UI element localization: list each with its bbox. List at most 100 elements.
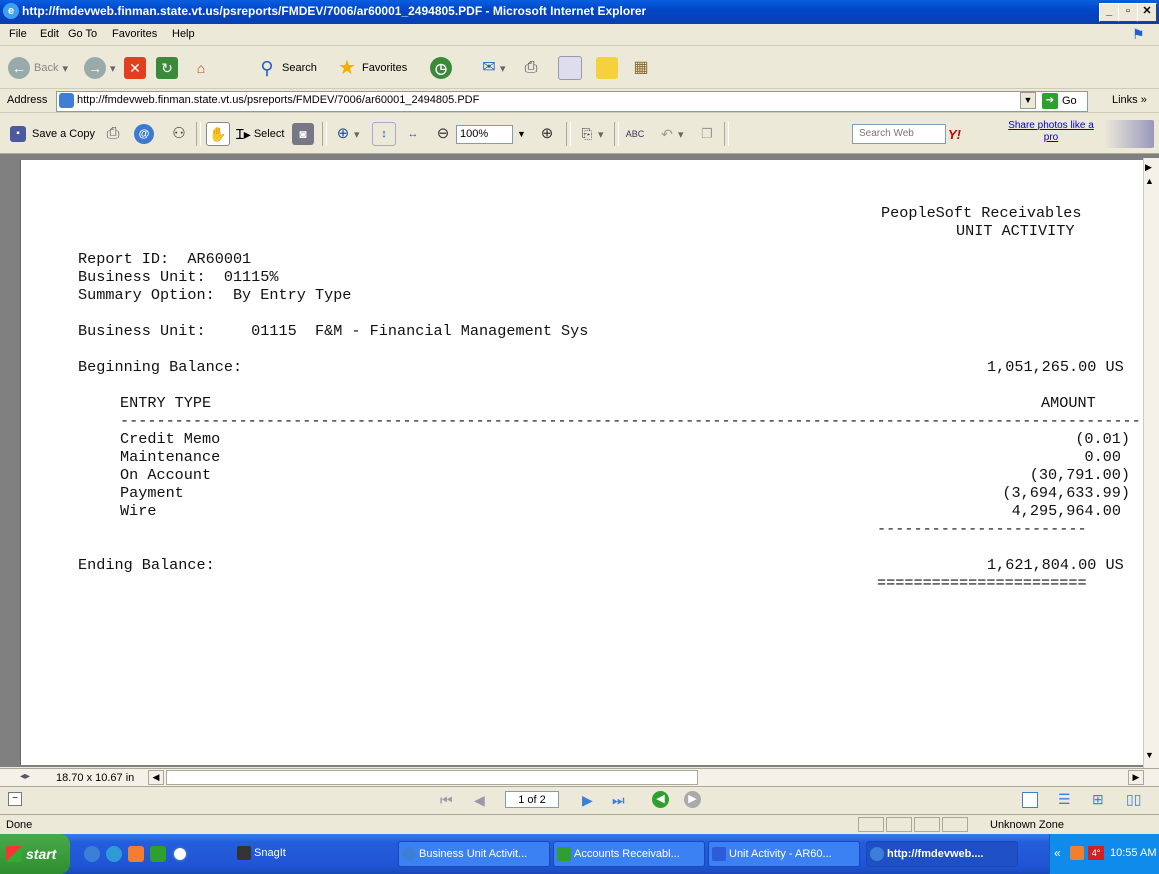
weather-temperature[interactable]: 4° [1088, 846, 1104, 860]
links-label: Links [1112, 94, 1138, 106]
print-pdf-button[interactable]: ⎙ [102, 122, 124, 146]
history-button[interactable]: ◷ [430, 55, 452, 81]
dropdown-arrow-icon: ▾ [354, 128, 360, 141]
quicklaunch-clock-icon[interactable] [128, 846, 144, 862]
spelling-button[interactable]: ABC [624, 122, 646, 146]
print-button[interactable]: ⎙ [520, 55, 542, 81]
research-button[interactable]: ▦ [630, 55, 652, 81]
messenger-button[interactable] [596, 55, 618, 81]
fit-height-button[interactable]: ↕ [372, 122, 396, 146]
magnifier-icon: ⊕ [336, 125, 350, 142]
status-panel [886, 817, 912, 832]
share-link-line1: Share photos like a [1008, 120, 1094, 131]
taskbar-item-unit-activity[interactable]: Unit Activity - AR60... [708, 841, 860, 867]
taskbar-item-ie-active[interactable]: http://fmdevweb.... [866, 841, 1018, 867]
snapshot-button[interactable]: ◙ [292, 122, 314, 146]
stop-button[interactable]: ✕ [124, 55, 146, 81]
windows-flag-icon [6, 846, 22, 862]
next-page-icon[interactable]: ▶ [582, 792, 593, 809]
quicklaunch-ie-icon[interactable] [84, 846, 100, 862]
links-button[interactable]: Links » [1112, 94, 1147, 106]
address-dropdown-button[interactable]: ▼ [1020, 92, 1036, 109]
email-icon: @ [134, 124, 154, 144]
refresh-button[interactable]: ↻ [156, 55, 178, 81]
mail-button[interactable]: ✉ ▾ [478, 55, 505, 81]
toolbar-separator [724, 122, 729, 146]
tray-expand-icon[interactable]: « [1054, 846, 1061, 860]
stop-icon: ✕ [124, 57, 146, 79]
undo-button[interactable]: ↶ ▾ [656, 122, 683, 146]
quicklaunch-browser-icon[interactable] [106, 846, 122, 862]
email-pdf-button[interactable]: @ [134, 122, 154, 146]
yahoo-logo-icon: Y! [948, 126, 961, 142]
menu-file[interactable]: File [9, 28, 27, 40]
first-page-icon[interactable]: ⏮ [440, 792, 453, 809]
tray-clock-icon[interactable] [1070, 846, 1084, 860]
start-button[interactable]: start [0, 834, 70, 874]
quicklaunch-media-icon[interactable] [172, 846, 188, 862]
scroll-thumb[interactable] [166, 770, 698, 785]
scroll-right-button[interactable]: ▶ [1128, 770, 1144, 785]
single-page-layout-icon[interactable] [1022, 792, 1038, 808]
find-button[interactable]: ⚇ [168, 122, 190, 146]
taskbar-item-business-unit[interactable]: Business Unit Activit... [398, 841, 550, 867]
previous-view-icon[interactable]: ◀ [652, 791, 669, 808]
scroll-left-button[interactable]: ◀ [148, 770, 164, 785]
fit-page-icon: ↕ [372, 122, 396, 146]
vertical-scrollbar[interactable]: ▶ ▲ ▼ [1143, 158, 1159, 768]
amount-maintenance: 0.00 [1084, 448, 1121, 466]
toolbar-separator [614, 122, 619, 146]
zoom-out-button[interactable]: ⊖ [432, 122, 454, 146]
save-copy-button[interactable]: ▪ Save a Copy [10, 122, 95, 146]
scroll-down-arrow-icon[interactable]: ▼ [1145, 750, 1154, 760]
favorites-button[interactable]: ★ Favorites [336, 55, 407, 81]
facing-layout-icon[interactable]: ⊞ [1092, 791, 1104, 808]
back-button[interactable]: ← Back ▾ [8, 55, 68, 81]
next-view-icon[interactable]: ▶ [684, 791, 701, 808]
select-tool-button[interactable]: Ɪ▸ Select [236, 122, 284, 146]
address-input[interactable]: http://fmdevweb.finman.state.vt.us/psrep… [56, 91, 1088, 112]
menu-favorites[interactable]: Favorites [112, 28, 157, 40]
entry-type-wire: Wire [120, 502, 157, 520]
fit-width-button[interactable]: ↔ [402, 122, 424, 146]
share-photos-link[interactable]: Share photos like a pro [1006, 120, 1096, 148]
minimize-button[interactable]: _ [1099, 3, 1119, 22]
minus-circle-icon: ⊖ [436, 125, 450, 142]
spell-check-icon: ABC [625, 129, 645, 139]
navigation-pane-toggle[interactable]: − [8, 792, 22, 806]
quicklaunch-excel-icon[interactable] [150, 846, 166, 862]
zoom-in-button[interactable]: ⊕ [536, 122, 558, 146]
dropdown-arrow-icon: ▼ [517, 129, 526, 139]
home-button[interactable]: ⌂ [190, 55, 212, 81]
rotate-button[interactable]: ⎘ ▾ [576, 122, 604, 146]
copy-button[interactable]: ❐ [696, 122, 718, 146]
yahoo-button[interactable]: Y! [948, 122, 961, 146]
taskbar-item-accounts-receivable[interactable]: Accounts Receivabl... [553, 841, 705, 867]
zoom-in-tool-button[interactable]: ⊕ ▾ [332, 122, 360, 146]
previous-page-icon[interactable]: ◀ [474, 792, 485, 809]
menu-help[interactable]: Help [172, 28, 195, 40]
close-button[interactable]: ✕ [1137, 3, 1157, 22]
search-button[interactable]: ⚲ Search [256, 55, 316, 81]
last-page-icon[interactable]: ⏭ [612, 792, 625, 809]
continuous-facing-layout-icon[interactable]: ▯▯ [1126, 791, 1141, 808]
scroll-up-arrow-icon[interactable]: ▲ [1145, 176, 1154, 186]
standard-toolbar: ← Back ▾ → ▾ ✕ ↻ ⌂ ⚲ Search ★ Favorites … [0, 47, 1159, 89]
go-button[interactable]: ➔ Go [1042, 91, 1077, 111]
zoom-select[interactable]: 100% ▼ [456, 122, 526, 146]
taskbar-snagit[interactable]: SnagIt [234, 841, 392, 867]
page-number-input[interactable]: 1 of 2 [505, 791, 559, 808]
continuous-layout-icon[interactable]: ☰ [1058, 791, 1071, 808]
menu-goto[interactable]: Go To [68, 28, 97, 40]
search-web-input[interactable]: Search Web [852, 122, 946, 146]
forward-button[interactable]: → ▾ [84, 55, 116, 81]
menu-edit[interactable]: Edit [40, 28, 59, 40]
edit-button[interactable] [558, 55, 582, 81]
maximize-button[interactable]: ▫ [1118, 3, 1138, 22]
plus-circle-icon: ⊕ [540, 125, 554, 142]
hand-tool-button[interactable]: ✋ [206, 122, 230, 146]
home-icon: ⌂ [196, 60, 206, 76]
scroll-right-arrow-icon[interactable]: ▶ [1145, 162, 1152, 173]
split-handle-icon[interactable]: ◂▸ [20, 771, 30, 782]
window-title: http://fmdevweb.finman.state.vt.us/psrep… [22, 4, 647, 18]
